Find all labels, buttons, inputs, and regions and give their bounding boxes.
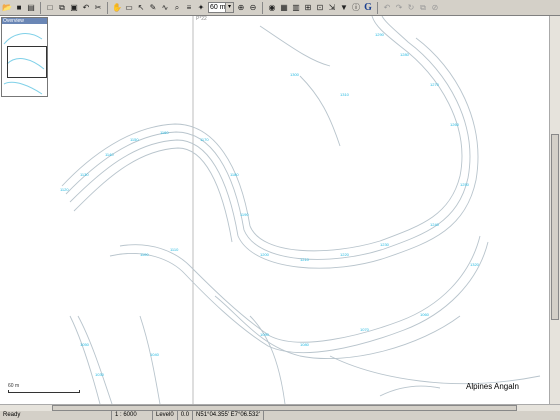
scale-bar-line bbox=[8, 390, 80, 393]
svg-text:1030: 1030 bbox=[95, 372, 105, 377]
svg-text:1130: 1130 bbox=[80, 172, 89, 177]
contour-map: 1120 1130 1140 1150 1160 1170 1180 1190 1200 1… bbox=[5, 16, 541, 404]
toolbar-separator bbox=[262, 1, 263, 14]
svg-text:1220: 1220 bbox=[340, 252, 350, 257]
svg-text:1260: 1260 bbox=[450, 122, 460, 127]
status-level-value: 0.0 bbox=[178, 411, 194, 420]
zoom-in-icon[interactable]: ⊕ bbox=[236, 3, 246, 13]
paste-icon[interactable]: ▣ bbox=[69, 3, 79, 13]
elevation-labels: 1120 1130 1140 1150 1160 1170 1180 1190 1200 1… bbox=[60, 32, 480, 377]
scale-label: 60 m bbox=[8, 383, 20, 389]
svg-text:1160: 1160 bbox=[160, 130, 169, 135]
status-ready: Ready bbox=[0, 411, 112, 420]
filter-icon[interactable]: ▼ bbox=[339, 3, 349, 13]
svg-text:1300: 1300 bbox=[290, 72, 300, 77]
svg-text:1310: 1310 bbox=[340, 92, 350, 97]
save-icon[interactable]: ■ bbox=[14, 3, 24, 13]
svg-text:1280: 1280 bbox=[400, 52, 410, 57]
svg-text:1090: 1090 bbox=[260, 332, 270, 337]
svg-text:1070: 1070 bbox=[360, 327, 370, 332]
svg-text:1120: 1120 bbox=[60, 187, 69, 192]
eye-icon[interactable]: ◉ bbox=[267, 3, 277, 13]
status-bar: Ready 1 : 6000 Level0 0.0 N51°04.355' E7… bbox=[0, 411, 560, 420]
open-icon[interactable]: 📂 bbox=[2, 3, 12, 13]
svg-text:1170: 1170 bbox=[200, 137, 209, 142]
overview-viewport-frame[interactable] bbox=[7, 46, 47, 78]
toolbar-separator bbox=[107, 1, 108, 14]
svg-text:1190: 1190 bbox=[240, 212, 249, 217]
svg-text:1050: 1050 bbox=[80, 342, 90, 347]
overview-panel[interactable]: Overview bbox=[1, 17, 48, 97]
draw-icon[interactable]: ✎ bbox=[148, 3, 158, 13]
route-icon[interactable]: ⊞ bbox=[303, 3, 313, 13]
svg-text:1290: 1290 bbox=[375, 32, 385, 37]
layers-icon[interactable]: ≡ bbox=[184, 3, 194, 13]
status-coordinates: N51°04.355' E7°06.532' bbox=[193, 411, 264, 420]
svg-text:1180: 1180 bbox=[230, 172, 239, 177]
waypoint-icon[interactable]: ⊡ bbox=[315, 3, 325, 13]
status-scale: 1 : 6000 bbox=[112, 411, 153, 420]
svg-text:1110: 1110 bbox=[170, 247, 179, 252]
zoom-value: 60 m bbox=[210, 4, 226, 11]
svg-text:1060: 1060 bbox=[420, 312, 430, 317]
select-icon[interactable]: ▭ bbox=[124, 3, 134, 13]
cut-icon[interactable]: ✂ bbox=[93, 3, 103, 13]
status-level: Level0 bbox=[153, 411, 178, 420]
main-toolbar: 📂 ■ ▤ □ ⧉ ▣ ↶ ✂ ✋ ▭ ↖ ✎ ∿ ⌕ ≡ ✦ 60 m ▾ ⊕… bbox=[0, 0, 560, 16]
grid-icon[interactable]: ▦ bbox=[279, 3, 289, 13]
copy-icon[interactable]: ⧉ bbox=[57, 3, 67, 13]
svg-text:1200: 1200 bbox=[260, 252, 270, 257]
forward-icon[interactable]: ↷ bbox=[394, 3, 404, 13]
svg-text:1250: 1250 bbox=[460, 182, 470, 187]
svg-text:1240: 1240 bbox=[430, 222, 440, 227]
svg-text:1040: 1040 bbox=[150, 352, 160, 357]
back-icon[interactable]: ↶ bbox=[382, 3, 392, 13]
chevron-down-icon: ▾ bbox=[225, 3, 233, 12]
scale-bar: 60 m bbox=[8, 383, 80, 393]
svg-text:1270: 1270 bbox=[430, 82, 440, 87]
svg-text:1230: 1230 bbox=[380, 242, 390, 247]
map-canvas[interactable]: 1120 1130 1140 1150 1160 1170 1180 1190 1200 1… bbox=[0, 16, 549, 404]
svg-text:1150: 1150 bbox=[130, 137, 139, 142]
svg-text:1080: 1080 bbox=[300, 342, 310, 347]
grid-label-left: P*22 bbox=[196, 16, 207, 22]
zoom-out-icon[interactable]: ⊖ bbox=[248, 3, 258, 13]
svg-text:1210: 1210 bbox=[300, 257, 310, 262]
refresh-icon[interactable]: ↻ bbox=[406, 3, 416, 13]
print-icon[interactable]: ▤ bbox=[26, 3, 36, 13]
vertical-scroll-thumb[interactable] bbox=[551, 134, 559, 320]
svg-text:1140: 1140 bbox=[105, 152, 114, 157]
g-button[interactable]: G bbox=[363, 2, 373, 13]
toolbar-separator bbox=[377, 1, 378, 14]
svg-text:1100: 1100 bbox=[140, 252, 149, 257]
toolbar-separator bbox=[40, 1, 41, 14]
new-icon[interactable]: □ bbox=[45, 3, 55, 13]
stop-icon[interactable]: ⊘ bbox=[430, 3, 440, 13]
horizontal-scrollbar[interactable] bbox=[0, 404, 560, 411]
pointer-icon[interactable]: ↖ bbox=[136, 3, 146, 13]
info-icon[interactable]: ⓘ bbox=[351, 3, 361, 13]
svg-text:1320: 1320 bbox=[470, 262, 480, 267]
measure-icon[interactable]: ∿ bbox=[160, 3, 170, 13]
zoom-select[interactable]: 60 m ▾ bbox=[208, 2, 234, 13]
import-icon[interactable]: ⇲ bbox=[327, 3, 337, 13]
gps-icon[interactable]: ✦ bbox=[196, 3, 206, 13]
search-icon[interactable]: ⌕ bbox=[172, 3, 182, 13]
hand-icon[interactable]: ✋ bbox=[112, 3, 122, 13]
table-icon[interactable]: ▥ bbox=[291, 3, 301, 13]
vertical-scrollbar[interactable] bbox=[549, 16, 560, 404]
copy2-icon[interactable]: ⧉ bbox=[418, 3, 428, 13]
undo-icon[interactable]: ↶ bbox=[81, 3, 91, 13]
map-watermark: Alpines Angaln bbox=[466, 382, 519, 391]
